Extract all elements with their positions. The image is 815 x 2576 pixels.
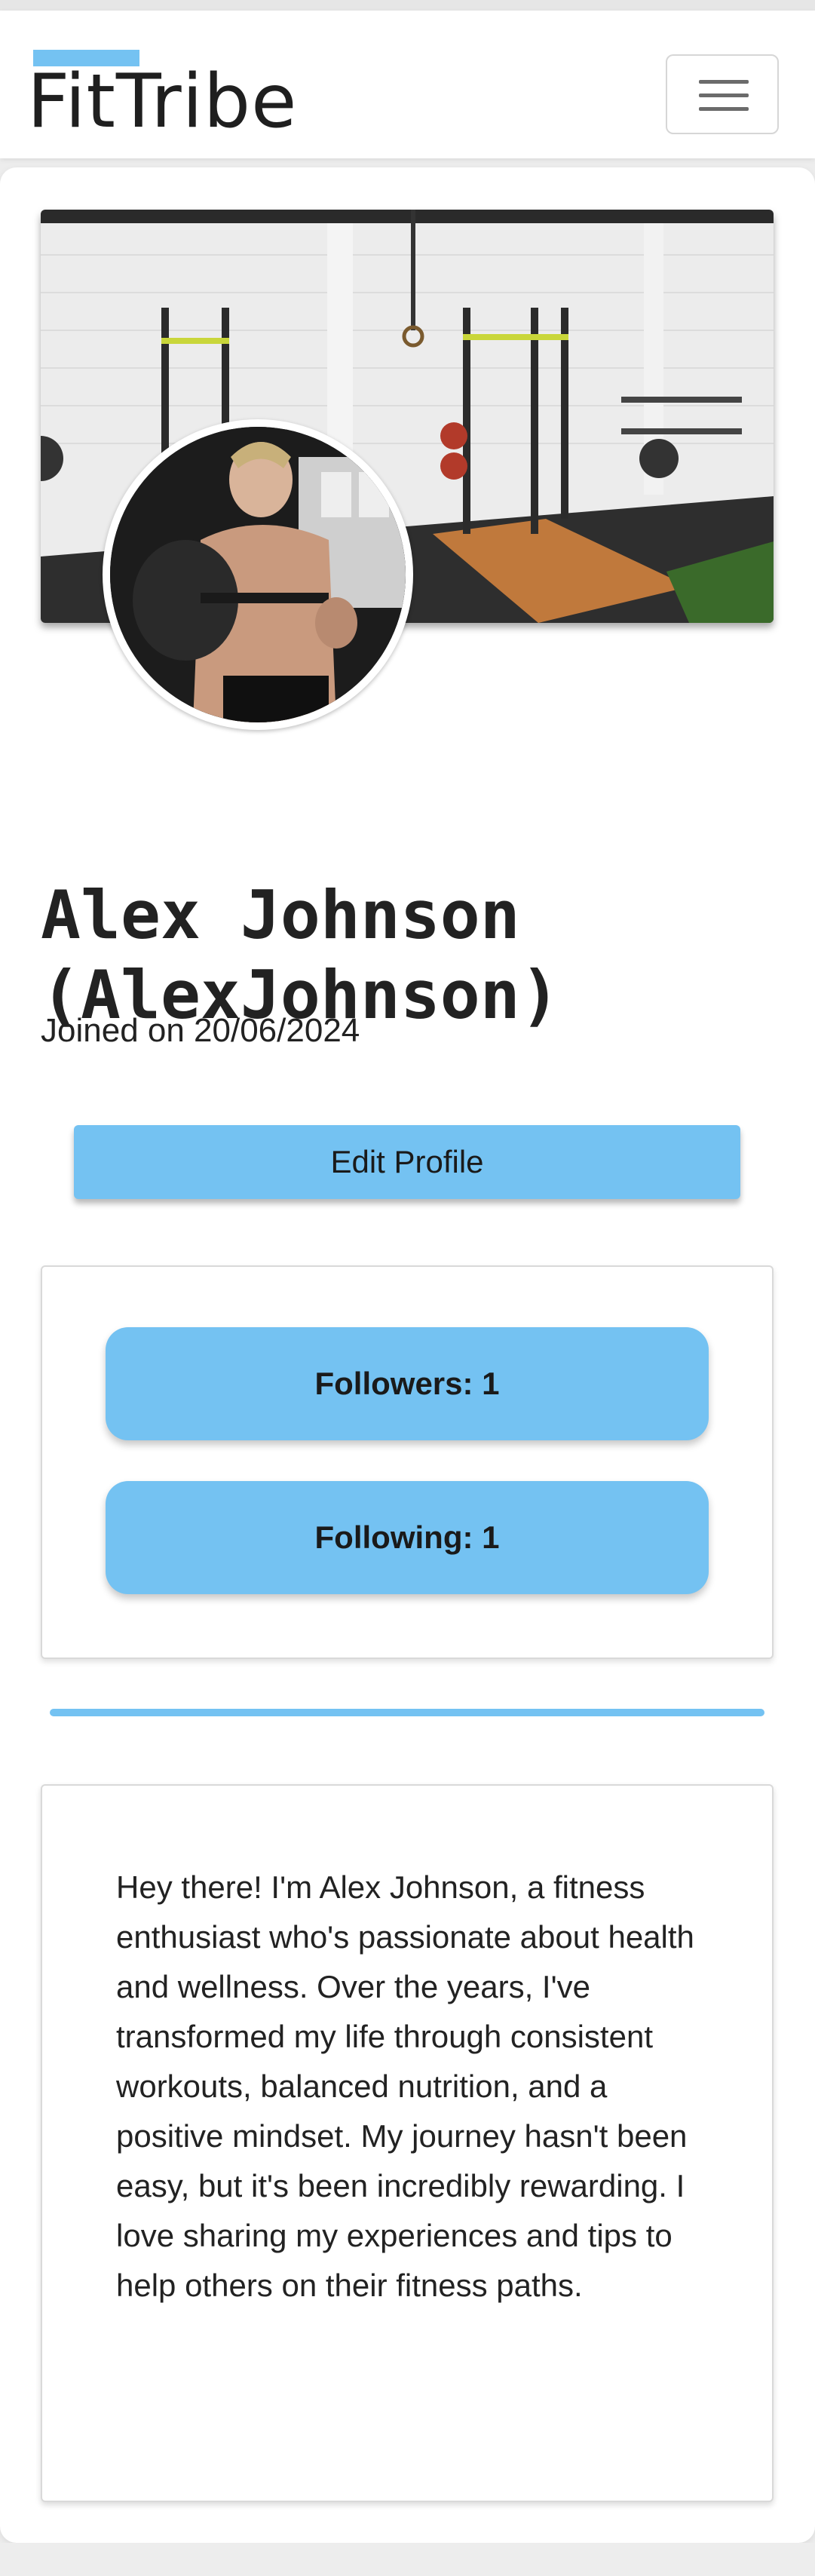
brand-logo[interactable]: FitTribe (27, 65, 297, 139)
bio-text: Hey there! I'm Alex Johnson, a fitness e… (116, 1869, 694, 2303)
joined-date: Joined on 20/06/2024 (41, 1012, 360, 1049)
menu-toggle-button[interactable] (666, 54, 779, 134)
following-button[interactable]: Following: 1 (106, 1481, 709, 1594)
display-name: Alex Johnson (41, 876, 520, 954)
bottom-strip (0, 2543, 815, 2576)
follow-stats-card: Followers: 1 Following: 1 (41, 1265, 774, 1659)
followers-button[interactable]: Followers: 1 (106, 1327, 709, 1440)
avatar (103, 419, 413, 730)
edit-profile-button[interactable]: Edit Profile (74, 1125, 740, 1199)
navbar: FitTribe (0, 11, 815, 158)
top-strip (0, 0, 815, 11)
avatar-photo (110, 427, 406, 722)
profile-content: Alex Johnson (AlexJohnson) Joined on 20/… (0, 167, 815, 2543)
bio-card: Hey there! I'm Alex Johnson, a fitness e… (41, 1784, 774, 2502)
section-divider (50, 1709, 764, 1716)
